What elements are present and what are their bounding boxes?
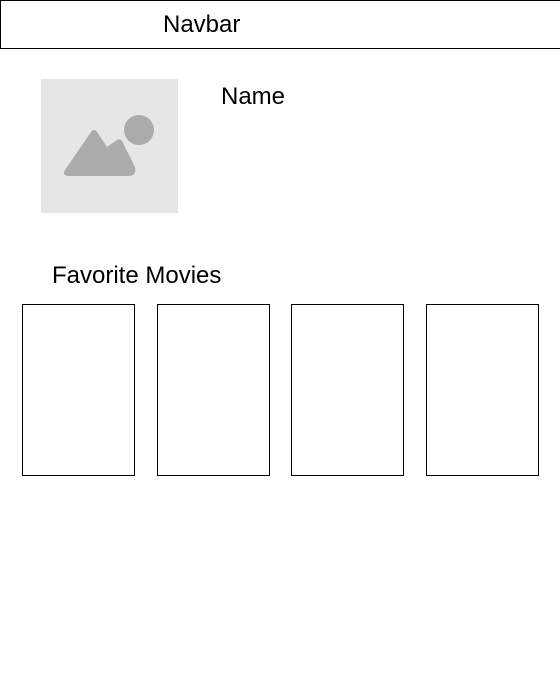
navbar: Navbar [0, 0, 560, 49]
movie-card[interactable] [426, 304, 539, 476]
profile-name: Name [221, 83, 286, 110]
movie-card[interactable] [157, 304, 270, 476]
movie-card[interactable] [291, 304, 404, 476]
favorite-movies-title: Favorite Movies [52, 262, 222, 289]
avatar [41, 79, 178, 213]
navbar-label: Navbar [163, 11, 241, 38]
movie-card[interactable] [22, 304, 135, 476]
image-placeholder-icon [63, 115, 154, 176]
